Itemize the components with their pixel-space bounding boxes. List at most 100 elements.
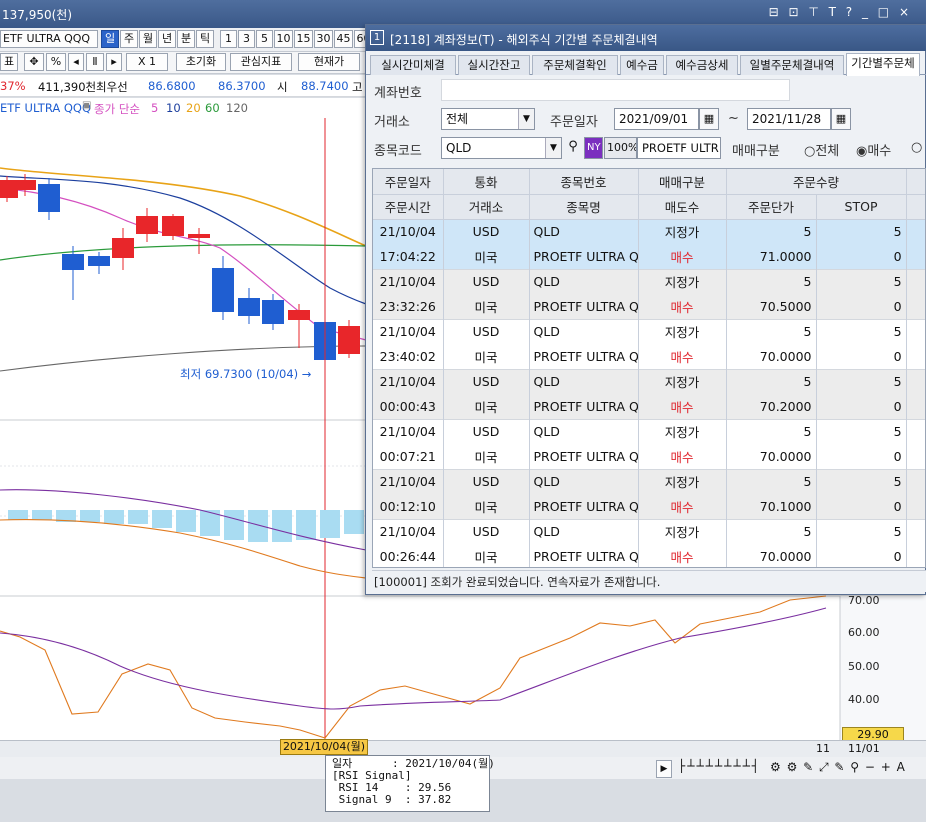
play-back-icon[interactable]: ◂ (68, 53, 84, 71)
indicator-button[interactable]: 관심지표 (230, 53, 292, 71)
code-input[interactable]: QLD ▼ (441, 137, 562, 159)
tab-order-window[interactable]: 실시간미체결 (370, 55, 456, 75)
histogram-bar (344, 510, 364, 534)
tab-order-window[interactable]: 주문체결확인 (532, 55, 618, 75)
grid-cell-empty (906, 444, 925, 469)
window-number-badge: 1 (370, 30, 384, 45)
grid-cell-qty: 5 (726, 418, 817, 444)
table-row[interactable]: 21/10/04 USD QLD 지정가 5 5 (373, 268, 925, 294)
grid-cell-empty (906, 544, 925, 567)
search-icon[interactable]: ⚲ (563, 137, 583, 159)
table-row[interactable]: 00:26:44 미국 PROETF ULTRA QQ 매수 70.0000 0 (373, 544, 925, 567)
order-history-grid: 주문일자 통화 종목번호 매매구분 주문수량 주문시간 거래소 종목명 매도수 주문단가 STOP 2… (372, 168, 926, 568)
chart-tool-icons[interactable]: ⚙ ⚙ ✎ ⤢ ✎ ⚲ − + A (770, 760, 906, 775)
radio-sell[interactable]: ○ (911, 140, 922, 155)
grid-cell-currency: USD (443, 518, 530, 544)
period-number-button[interactable]: 45 (334, 30, 353, 48)
play-forward-icon[interactable]: ▸ (106, 53, 122, 71)
table-row[interactable]: 21/10/04 USD QLD 지정가 5 5 (373, 318, 925, 344)
grid-header-cell[interactable]: STOP (816, 194, 907, 220)
histogram-bar (80, 510, 100, 522)
period-button[interactable]: 년 (158, 30, 176, 48)
period-number-button[interactable]: 3 (238, 30, 255, 48)
grid-header-cell[interactable]: 매매구분 (638, 169, 727, 195)
period-button[interactable]: 분 (177, 30, 195, 48)
code-value: QLD (446, 141, 472, 155)
table-row[interactable]: 23:32:26 미국 PROETF ULTRA QQ 매수 70.5000 0 (373, 294, 925, 319)
table-row[interactable]: 00:00:43 미국 PROETF ULTRA QQ 매수 70.2000 0 (373, 394, 925, 419)
date-from-input[interactable]: 2021/09/01 (614, 108, 699, 130)
table-row[interactable]: 21/10/04 USD QLD 지정가 5 5 (373, 468, 925, 494)
rsi-axis-40: 40.00 (848, 693, 880, 706)
period-number-button[interactable]: 15 (294, 30, 313, 48)
table-row[interactable]: 21/10/04 USD QLD 지정가 5 5 (373, 218, 925, 244)
order-window-titlebar[interactable]: 1 [2118] 계좌정보(T) - 해외주식 기간별 주문체결내역 (366, 25, 926, 51)
table-row[interactable]: 23:40:02 미국 PROETF ULTRA QQ 매수 70.0000 0 (373, 344, 925, 369)
grid-cell-currency: USD (443, 418, 530, 444)
grid-cell-name: PROETF ULTRA QQ (529, 494, 639, 519)
pause-icon[interactable]: Ⅱ (86, 53, 104, 71)
rsi-axis-50: 50.00 (848, 660, 880, 673)
tab-order-window[interactable]: 실시간잔고 (458, 55, 530, 75)
percent-button[interactable]: % (46, 53, 66, 71)
period-button[interactable]: 월 (139, 30, 157, 48)
period-button[interactable]: 주 (120, 30, 138, 48)
grid-header-cell[interactable]: 거래소 (443, 194, 530, 220)
period-button[interactable]: 일 (101, 30, 119, 48)
tab-order-window[interactable]: 예수금 (620, 55, 664, 75)
order-date-label: 주문일자 (550, 115, 598, 130)
grid-header-cell[interactable]: 주문일자 (373, 169, 444, 195)
crosshair-icon[interactable]: ✥ (24, 53, 44, 71)
exchange-select[interactable]: 전체 ▼ (441, 108, 535, 130)
radio-buy[interactable]: ◉매수 (856, 140, 891, 159)
table-row[interactable]: 17:04:22 미국 PROETF ULTRA QQ 매수 71.0000 0 (373, 244, 925, 269)
grid-cell-price: 70.1000 (726, 494, 817, 519)
tab-order-window[interactable]: 기간별주문체 (846, 53, 920, 76)
table-row[interactable]: 21/10/04 USD QLD 지정가 5 5 (373, 418, 925, 444)
chevron-down-icon[interactable]: ▼ (545, 138, 561, 158)
grid-header-cell[interactable]: 종목명 (529, 194, 639, 220)
symbol-input[interactable]: ETF ULTRA QQQ (0, 30, 98, 48)
multiplier-select[interactable]: X 1 (126, 53, 168, 71)
period-number-button[interactable]: 30 (314, 30, 333, 48)
reset-button[interactable]: 초기화 (176, 53, 226, 71)
table-row[interactable]: 00:07:21 미국 PROETF ULTRA QQ 매수 70.0000 0 (373, 444, 925, 469)
grid-header-cell[interactable]: 주문단가 (726, 194, 817, 220)
price-type-select[interactable]: 현재가 (298, 53, 360, 71)
tab-order-window[interactable]: 일별주문체결내역 (740, 55, 844, 75)
grid-cell-time: 00:12:10 (373, 494, 444, 519)
radio-all[interactable]: ○전체 (804, 140, 839, 159)
grid-header-cell[interactable]: 통화 (443, 169, 530, 195)
grid-header-cell[interactable] (906, 169, 925, 195)
grid-cell-exchange: 미국 (443, 244, 530, 269)
table-row[interactable]: 21/10/04 USD QLD 지정가 5 5 (373, 518, 925, 544)
grid-header-cell[interactable]: 주문시간 (373, 194, 444, 220)
account-input[interactable] (441, 79, 790, 101)
chevron-down-icon[interactable]: ▼ (518, 109, 534, 129)
table-row[interactable]: 21/10/04 USD QLD 지정가 5 5 (373, 368, 925, 394)
table-button[interactable]: 표 (0, 53, 18, 71)
grid-header-cell[interactable]: 주문수량 (726, 169, 907, 195)
grid-cell-time: 17:04:22 (373, 244, 444, 269)
best-bid-label: 최우선 (96, 80, 128, 94)
grid-header-cell[interactable]: 종목번호 (529, 169, 639, 195)
calendar-icon[interactable]: ▦ (831, 108, 851, 130)
grid-header-cell[interactable]: 매도수 (638, 194, 727, 220)
zoom-slider[interactable]: ├┴┴┴┴┴┴┴┤ (678, 759, 761, 773)
ny-badge: NY (584, 137, 603, 159)
grid-cell-price: 70.0000 (726, 344, 817, 369)
grid-cell-time: 00:26:44 (373, 544, 444, 567)
calendar-icon[interactable]: ▦ (699, 108, 719, 130)
grid-cell-stop: 0 (816, 394, 907, 419)
grid-header-cell[interactable] (906, 194, 925, 220)
date-to-input[interactable]: 2021/11/28 (747, 108, 831, 130)
period-number-button[interactable]: 10 (274, 30, 293, 48)
grid-cell-stop: 0 (816, 494, 907, 519)
table-row[interactable]: 00:12:10 미국 PROETF ULTRA QQ 매수 70.1000 0 (373, 494, 925, 519)
period-number-button[interactable]: 5 (256, 30, 273, 48)
period-button[interactable]: 틱 (196, 30, 214, 48)
period-number-button[interactable]: 1 (220, 30, 237, 48)
tab-order-window[interactable]: 예수금상세 (666, 55, 738, 75)
chart-window-controls[interactable]: ⊟ ⊡ ⊤ T ? _ □ × (769, 5, 912, 19)
scroll-right-icon[interactable]: ▶ (656, 760, 672, 778)
